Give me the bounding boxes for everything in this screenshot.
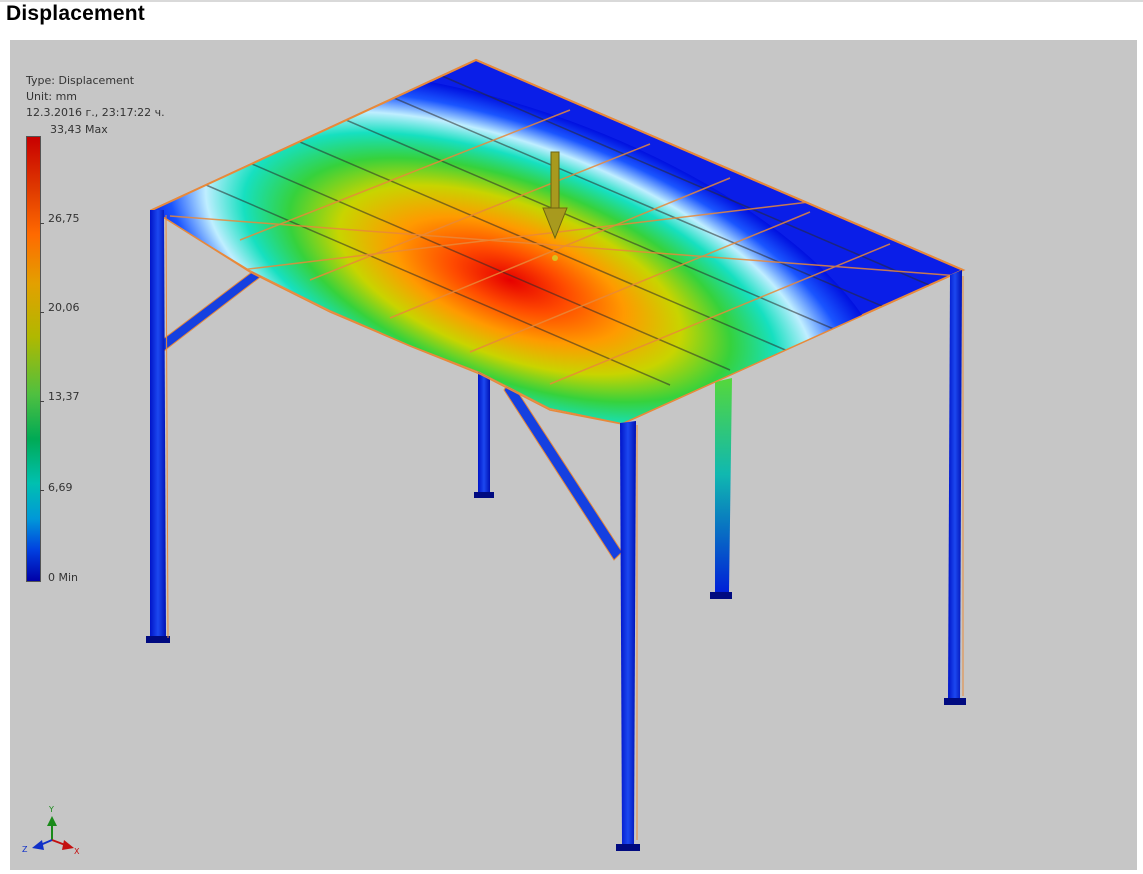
legend-type: Type: Displacement (26, 74, 135, 87)
triad-y-label: Y (49, 805, 54, 814)
page-title: Displacement (6, 2, 145, 25)
front-leg-left (146, 210, 170, 643)
triad-x-label: X (74, 847, 80, 856)
fea-model-render (32, 58, 966, 851)
legend-max: 33,43 Max (50, 123, 108, 136)
axis-triad-icon (32, 816, 74, 850)
front-leg-center (616, 421, 640, 851)
legend-tick-3: 13,37 (48, 390, 80, 403)
rear-leg-center (474, 362, 494, 498)
legend-colorbar (26, 136, 41, 582)
rear-leg-right (710, 378, 732, 599)
front-leg-right (944, 270, 966, 705)
legend-tick-2: 20,06 (48, 301, 80, 314)
legend-min: 0 Min (48, 571, 79, 584)
legend-unit: Unit: mm (26, 90, 78, 103)
fea-viewport[interactable]: Y X Z Type: Displacement Unit: mm 12.3.2… (10, 40, 1137, 870)
legend-date: 12.3.2016 г., 23:17:22 ч. (26, 106, 165, 119)
legend-tick-4: 6,69 (48, 481, 73, 494)
top-rule (0, 0, 1143, 2)
legend-tick-1: 26,75 (48, 212, 80, 225)
triad-z-label: Z (22, 845, 28, 854)
